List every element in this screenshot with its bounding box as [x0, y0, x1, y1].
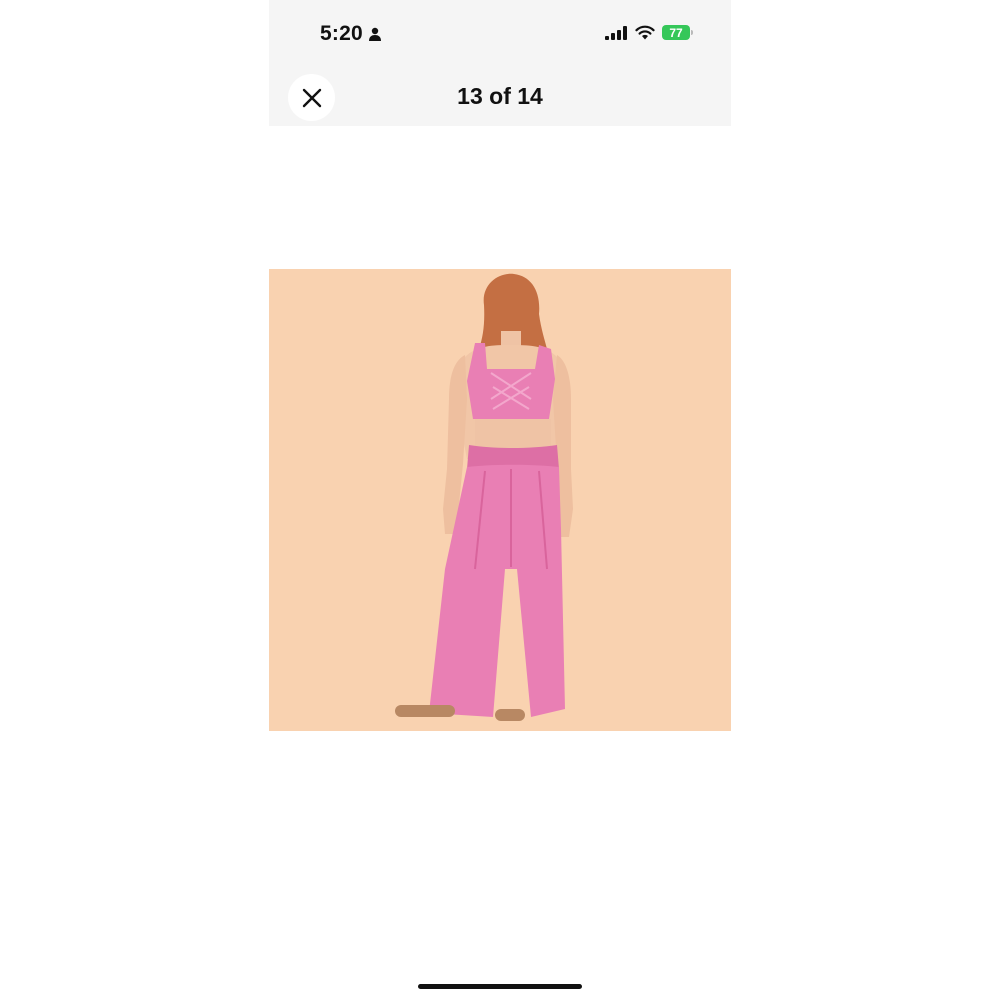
- status-indicators: 77: [605, 25, 693, 40]
- signal-icon: [605, 25, 627, 40]
- battery-icon: 77: [662, 25, 693, 40]
- product-photo-illustration: [395, 273, 573, 721]
- person-icon: [368, 27, 381, 41]
- time-label: 5:20: [320, 22, 363, 45]
- phone-screen: 5:20 77 13 of 14: [269, 0, 731, 1000]
- battery-level: 77: [662, 25, 690, 40]
- wifi-icon: [635, 25, 655, 40]
- top-bar: 5:20 77 13 of 14: [269, 0, 731, 126]
- battery-cap: [691, 30, 693, 35]
- product-photo[interactable]: [269, 269, 731, 731]
- home-indicator[interactable]: [418, 984, 582, 989]
- page-counter: 13 of 14: [457, 83, 543, 109]
- status-time: 5:20: [320, 22, 382, 46]
